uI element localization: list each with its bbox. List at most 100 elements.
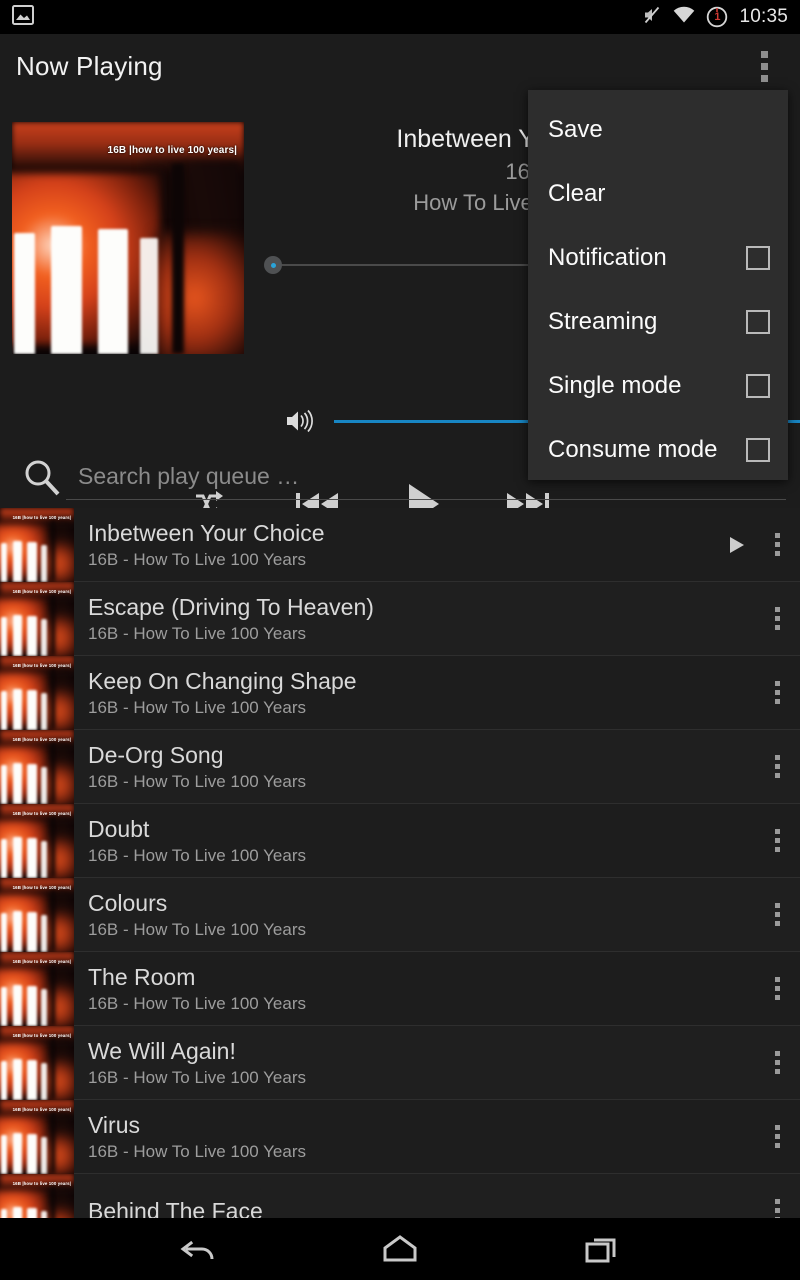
queue-item-overflow-icon[interactable] [754, 952, 800, 1026]
volume-up-icon[interactable] [280, 404, 320, 438]
single-mode-checkbox[interactable] [746, 374, 770, 398]
queue-item-thumbnail: 16B |how to live 100 years| [0, 655, 74, 730]
queue-item-thumbnail: 16B |how to live 100 years| [0, 729, 74, 804]
queue-item-title: Inbetween Your Choice [88, 519, 325, 546]
queue-item-title: Virus [88, 1111, 140, 1138]
queue-item-thumbnail: 16B |how to live 100 years| [0, 803, 74, 878]
queue-item-subtitle: 16B - How To Live 100 Years [88, 993, 306, 1013]
status-bar: 1 10:35 [0, 0, 800, 34]
thumbnail-caption: 16B |how to live 100 years| [12, 736, 71, 742]
gallery-icon [12, 4, 34, 30]
thumbnail-caption: 16B |how to live 100 years| [12, 588, 71, 594]
queue-item-overflow-icon[interactable] [754, 1026, 800, 1100]
menu-item-notification[interactable]: Notification [528, 226, 788, 290]
now-playing-indicator-icon [720, 535, 754, 555]
menu-item-streaming[interactable]: Streaming [528, 290, 788, 354]
table-row[interactable]: 16B |how to live 100 years| Colours 16B … [0, 877, 800, 952]
action-bar: Now Playing [0, 34, 800, 98]
overflow-menu-icon[interactable] [744, 43, 784, 89]
table-row[interactable]: 16B |how to live 100 years| Keep On Chan… [0, 655, 800, 730]
album-art[interactable]: 16B |how to live 100 years| [12, 122, 244, 354]
queue-item-subtitle: 16B - How To Live 100 Years [88, 771, 306, 791]
table-row[interactable]: 16B |how to live 100 years| We Will Agai… [0, 1025, 800, 1100]
thumbnail-caption: 16B |how to live 100 years| [12, 810, 71, 816]
seek-bar-thumb[interactable] [264, 256, 282, 274]
queue-item-thumbnail: 16B |how to live 100 years| [0, 877, 74, 952]
queue-item-overflow-icon[interactable] [754, 730, 800, 804]
home-icon[interactable] [369, 1218, 431, 1280]
thumbnail-caption: 16B |how to live 100 years| [12, 1032, 71, 1038]
queue-item-overflow-icon[interactable] [754, 804, 800, 878]
thumbnail-caption: 16B |how to live 100 years| [12, 662, 71, 668]
status-bar-system-icons: 1 10:35 [642, 5, 788, 30]
queue-item-subtitle: 16B - How To Live 100 Years [88, 697, 306, 717]
status-bar-notifications [12, 4, 34, 30]
queue-item-subtitle: 16B - How To Live 100 Years [88, 623, 306, 643]
menu-item-label: Consume mode [548, 436, 718, 463]
now-playing-screen: 1 10:35 Now Playing 16B |how to live 100… [0, 0, 800, 1280]
thumbnail-caption: 16B |how to live 100 years| [12, 514, 71, 520]
queue-item-text: The Room 16B - How To Live 100 Years [74, 962, 720, 1016]
queue-item-title: The Room [88, 963, 196, 990]
alarm-badge-icon: 1 [706, 6, 728, 28]
queue-item-subtitle: 16B - How To Live 100 Years [88, 1067, 306, 1087]
queue-item-thumbnail: 16B |how to live 100 years| [0, 1099, 74, 1174]
queue-item-text: Inbetween Your Choice 16B - How To Live … [74, 518, 720, 572]
queue-item-title: Keep On Changing Shape [88, 667, 357, 694]
menu-item-label: Streaming [548, 308, 658, 335]
table-row[interactable]: 16B |how to live 100 years| Virus 16B - … [0, 1099, 800, 1174]
queue-item-thumbnail: 16B |how to live 100 years| [0, 951, 74, 1026]
queue-item-overflow-icon[interactable] [754, 1100, 800, 1174]
wifi-icon [673, 6, 695, 29]
menu-item-label: Single mode [548, 372, 682, 399]
menu-item-label: Save [548, 116, 603, 143]
menu-item-clear[interactable]: Clear [528, 162, 788, 226]
thumbnail-caption: 16B |how to live 100 years| [12, 1180, 71, 1186]
queue-item-overflow-icon[interactable] [754, 878, 800, 952]
menu-item-label: Notification [548, 244, 667, 271]
album-art-caption: 16B |how to live 100 years| [107, 145, 237, 156]
recents-icon[interactable] [571, 1218, 633, 1280]
queue-item-overflow-icon[interactable] [754, 656, 800, 730]
table-row[interactable]: 16B |how to live 100 years| Behind The F… [0, 1173, 800, 1219]
search-icon[interactable] [22, 458, 64, 500]
consume-mode-checkbox[interactable] [746, 438, 770, 462]
thumbnail-caption: 16B |how to live 100 years| [12, 884, 71, 890]
queue-item-thumbnail: 16B |how to live 100 years| [0, 581, 74, 656]
table-row[interactable]: 16B |how to live 100 years| Inbetween Yo… [0, 508, 800, 582]
streaming-checkbox[interactable] [746, 310, 770, 334]
queue-item-title: De-Org Song [88, 741, 224, 768]
queue-item-text: Keep On Changing Shape 16B - How To Live… [74, 666, 720, 720]
queue-item-text: We Will Again! 16B - How To Live 100 Yea… [74, 1036, 720, 1090]
alarm-badge-count: 1 [714, 11, 721, 23]
table-row[interactable]: 16B |how to live 100 years| Doubt 16B - … [0, 803, 800, 878]
queue-item-title: We Will Again! [88, 1037, 236, 1064]
overflow-dot [760, 50, 768, 58]
menu-item-label: Clear [548, 180, 606, 207]
menu-item-single-mode[interactable]: Single mode [528, 354, 788, 418]
play-queue-list[interactable]: 16B |how to live 100 years| Inbetween Yo… [0, 508, 800, 1218]
queue-item-text: Doubt 16B - How To Live 100 Years [74, 814, 720, 868]
thumbnail-caption: 16B |how to live 100 years| [12, 1106, 71, 1112]
menu-item-save[interactable]: Save [528, 98, 788, 162]
menu-item-consume-mode[interactable]: Consume mode [528, 418, 788, 482]
queue-item-overflow-icon[interactable] [754, 582, 800, 656]
table-row[interactable]: 16B |how to live 100 years| Escape (Driv… [0, 581, 800, 656]
thumbnail-caption: 16B |how to live 100 years| [12, 958, 71, 964]
table-row[interactable]: 16B |how to live 100 years| The Room 16B… [0, 951, 800, 1026]
table-row[interactable]: 16B |how to live 100 years| De-Org Song … [0, 729, 800, 804]
overflow-dot [760, 62, 768, 70]
queue-item-thumbnail: 16B |how to live 100 years| [0, 508, 74, 582]
queue-item-title: Doubt [88, 815, 150, 842]
queue-item-text: Colours 16B - How To Live 100 Years [74, 888, 720, 942]
queue-item-overflow-icon[interactable] [754, 1174, 800, 1218]
back-icon[interactable] [167, 1218, 229, 1280]
search-placeholder: Search play queue … [78, 463, 300, 489]
queue-item-text: Behind The Face [74, 1196, 720, 1219]
notification-checkbox[interactable] [746, 246, 770, 270]
queue-item-title: Colours [88, 889, 168, 916]
queue-item-overflow-icon[interactable] [754, 508, 800, 582]
queue-item-thumbnail: 16B |how to live 100 years| [0, 1173, 74, 1218]
status-bar-clock: 10:35 [739, 6, 788, 27]
overflow-popup-menu[interactable]: Save Clear Notification Streaming Single… [528, 90, 788, 480]
